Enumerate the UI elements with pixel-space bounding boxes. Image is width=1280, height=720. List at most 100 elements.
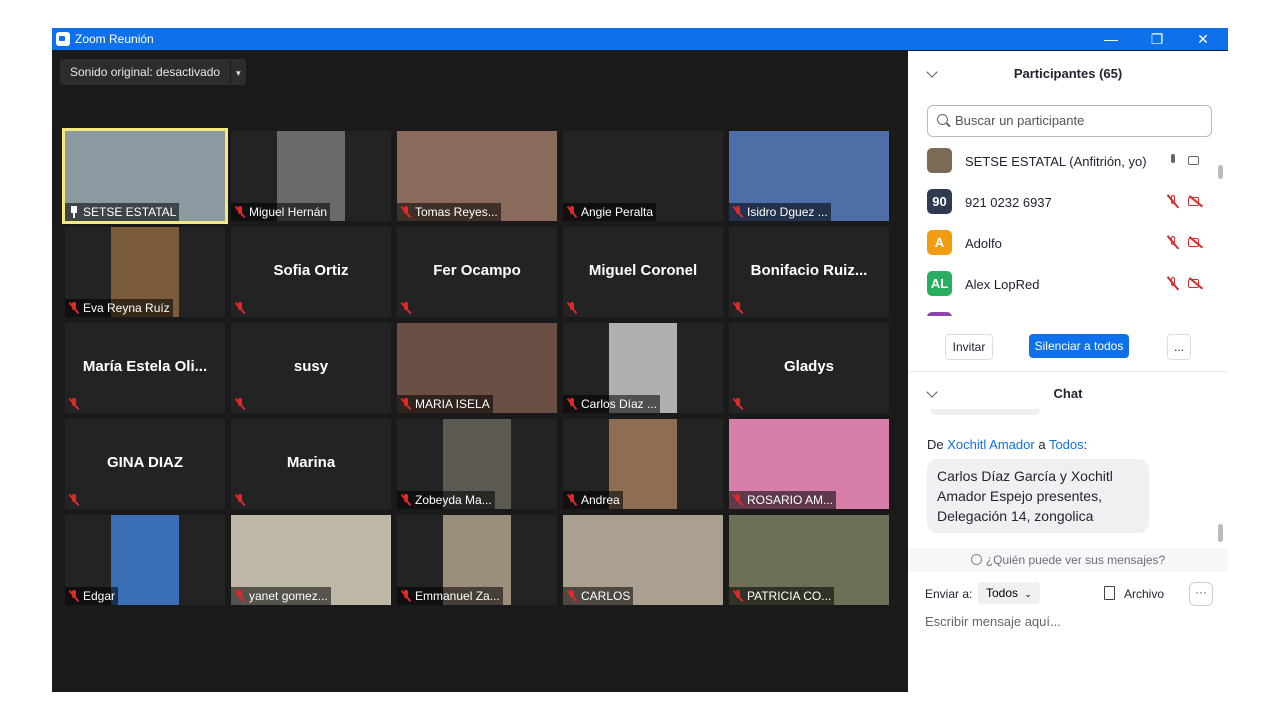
search-placeholder: Buscar un participante <box>955 113 1085 128</box>
video-tile[interactable]: Miguel Hernán <box>231 131 391 221</box>
video-tile[interactable]: Sofia Ortiz <box>231 227 391 317</box>
chat-more-button[interactable]: ··· <box>1189 582 1213 606</box>
participant-row[interactable] <box>908 305 1218 316</box>
muted-microphone-icon[interactable] <box>1166 277 1180 291</box>
muted-mic-icon <box>567 206 577 218</box>
tile-name-text: Edgar <box>83 589 116 603</box>
participant-center-name: Bonifacio Ruiz... <box>750 262 868 279</box>
video-tile[interactable]: CARLOS <box>563 515 723 605</box>
video-tile[interactable]: Zobeyda Ma... <box>397 419 557 509</box>
recipient-value: Todos <box>986 586 1019 600</box>
chat-message-input[interactable]: Escribir mensaje aquí... <box>925 614 1061 629</box>
maximize-button[interactable]: ❐ <box>1134 28 1180 50</box>
video-tile[interactable]: SETSE ESTATAL <box>62 128 228 224</box>
video-tile[interactable]: Angie Peralta <box>563 131 723 221</box>
tile-name-label: Edgar <box>65 587 119 605</box>
muted-mic-icon <box>733 398 743 410</box>
tile-name-label: Zobeyda Ma... <box>397 491 495 509</box>
tile-name-text: Isidro Dguez ... <box>747 205 828 219</box>
search-icon <box>937 114 948 125</box>
camera-off-icon[interactable] <box>1188 196 1204 207</box>
microphone-icon[interactable] <box>1166 154 1180 168</box>
avatar <box>927 148 952 173</box>
send-to-label: Enviar a: <box>925 587 973 601</box>
tile-name-text: Tomas Reyes... <box>415 205 498 219</box>
recipient-dropdown[interactable]: Todos ⌄ <box>978 582 1040 604</box>
participant-video <box>111 515 179 605</box>
minimize-button[interactable]: — <box>1088 28 1134 50</box>
video-tile[interactable]: yanet gomez... <box>231 515 391 605</box>
muted-mic-icon <box>401 398 411 410</box>
camera-icon[interactable] <box>1188 155 1204 166</box>
close-button[interactable]: ✕ <box>1180 28 1226 50</box>
video-tile[interactable]: MARIA ISELA <box>397 323 557 413</box>
recipient-name[interactable]: Todos <box>1049 437 1084 452</box>
privacy-info[interactable]: ¿Quién puede ver sus mensajes? <box>908 548 1228 572</box>
tile-name-text: Emmanuel Za... <box>415 589 500 603</box>
video-tile[interactable]: PATRICIA CO... <box>729 515 889 605</box>
video-tile[interactable]: GINA DIAZ <box>65 419 225 509</box>
tile-name-label: Andrea <box>563 491 623 509</box>
mute-all-button[interactable]: Silenciar a todos <box>1029 334 1129 358</box>
tile-name-label <box>231 491 252 509</box>
video-tile[interactable]: susy <box>231 323 391 413</box>
participants-header: Participantes (65) <box>1013 66 1123 81</box>
chat-scrollbar[interactable] <box>1218 524 1223 542</box>
tile-name-text: Angie Peralta <box>581 205 654 219</box>
video-tile[interactable]: Marina <box>231 419 391 509</box>
tile-name-label: CARLOS <box>563 587 634 605</box>
tile-name-label: SETSE ESTATAL <box>65 203 180 221</box>
camera-off-icon[interactable] <box>1188 278 1204 289</box>
participant-row[interactable]: A Adolfo <box>908 223 1218 264</box>
video-tile[interactable]: ROSARIO AM... <box>729 419 889 509</box>
muted-mic-icon <box>69 590 79 602</box>
muted-mic-icon <box>733 206 743 218</box>
video-tile[interactable]: Bonifacio Ruiz... <box>729 227 889 317</box>
zoom-window: Zoom Reunión — ❐ ✕ Sonido original: desa… <box>52 28 1228 692</box>
original-sound-label[interactable]: Sonido original: desactivado <box>60 59 232 85</box>
muted-microphone-icon[interactable] <box>1166 236 1180 250</box>
video-tile[interactable]: María Estela Oli... <box>65 323 225 413</box>
participants-scrollbar[interactable] <box>1218 165 1223 179</box>
video-tile[interactable]: Edgar <box>65 515 225 605</box>
participant-row[interactable]: AL Alex LopRed <box>908 264 1218 305</box>
pin-icon <box>69 206 79 218</box>
sender-name[interactable]: Xochitl Amador <box>947 437 1034 452</box>
zoom-logo-icon <box>56 32 70 46</box>
muted-mic-icon <box>733 494 743 506</box>
chevron-down-icon[interactable]: ▾ <box>231 62 246 85</box>
camera-off-icon[interactable] <box>1188 237 1204 248</box>
participant-search-input[interactable]: Buscar un participante <box>927 105 1212 137</box>
avatar: AL <box>927 271 952 296</box>
video-tile[interactable]: Emmanuel Za... <box>397 515 557 605</box>
file-button[interactable]: Archivo <box>1104 586 1164 601</box>
video-tile[interactable]: Carlos Díaz ... <box>563 323 723 413</box>
participant-row[interactable]: SETSE ESTATAL (Anfitrión, yo) <box>908 141 1218 182</box>
tile-name-label: yanet gomez... <box>231 587 331 605</box>
video-tile[interactable]: Eva Reyna Ruíz <box>65 227 225 317</box>
previous-message-bubble <box>930 409 1040 415</box>
tile-name-text: SETSE ESTATAL <box>83 205 177 219</box>
tile-name-text: Eva Reyna Ruíz <box>83 301 170 315</box>
video-tile[interactable]: Gladys <box>729 323 889 413</box>
invite-button[interactable]: Invitar <box>945 334 993 360</box>
video-tile[interactable]: Fer Ocampo <box>397 227 557 317</box>
tile-name-text: Andrea <box>581 493 620 507</box>
muted-mic-icon <box>567 398 577 410</box>
participant-row[interactable]: 90 921 0232 6937 <box>908 182 1218 223</box>
muted-microphone-icon[interactable] <box>1166 195 1180 209</box>
video-tile[interactable]: Isidro Dguez ... <box>729 131 889 221</box>
muted-mic-icon <box>235 398 245 410</box>
tile-name-label: Isidro Dguez ... <box>729 203 831 221</box>
people-icon <box>970 554 982 565</box>
participant-name: SETSE ESTATAL (Anfitrión, yo) <box>965 154 1147 169</box>
participants-more-button[interactable]: ... <box>1167 334 1191 360</box>
video-tile[interactable]: Andrea <box>563 419 723 509</box>
chevron-down-icon: ⌄ <box>1024 589 1032 599</box>
original-sound-button[interactable]: Sonido original: desactivado ▾ <box>60 59 246 85</box>
tile-name-label <box>231 395 252 413</box>
video-tile[interactable]: Tomas Reyes... <box>397 131 557 221</box>
video-tile[interactable]: Miguel Coronel <box>563 227 723 317</box>
muted-mic-icon <box>235 206 245 218</box>
tile-name-label <box>397 299 418 317</box>
